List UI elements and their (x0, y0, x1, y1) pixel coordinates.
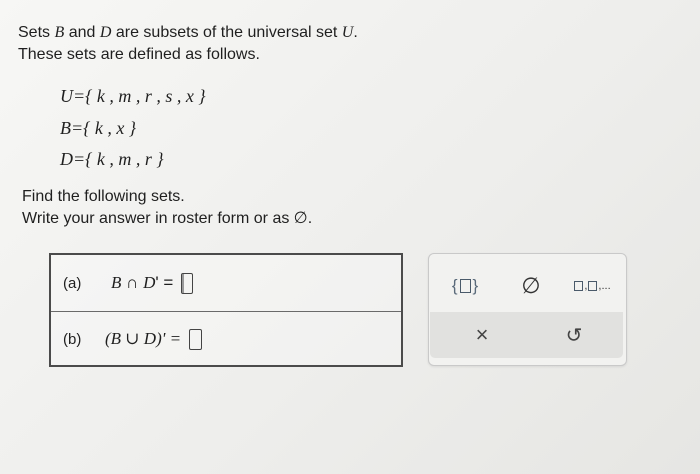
math-palette: {} ∅ ,,... × ↺ (428, 253, 627, 366)
set-name-d: D (99, 24, 112, 41)
placeholder-square-icon (574, 281, 584, 291)
left-brace-icon: { (451, 276, 458, 295)
set-name-u: U (341, 24, 354, 41)
text-segment: are subsets of the universal set (111, 24, 342, 41)
set-name-b: B (54, 24, 65, 41)
part-label-a: (a) (63, 274, 82, 292)
expr-set-b: B (111, 273, 122, 292)
complement-equals: ' = (155, 273, 174, 292)
expression-b: (B ∪ D)' = (105, 329, 182, 348)
expr-set-d: D (143, 273, 156, 292)
answer-row-b: (b) (B ∪ D)' = (51, 311, 401, 367)
instructions-line-2: Write your answer in roster form or as ∅… (22, 210, 313, 227)
answer-input-a[interactable] (181, 272, 194, 294)
set-braces-button[interactable]: {} (445, 272, 485, 300)
text-segment: Sets (18, 24, 55, 41)
empty-set-button[interactable]: ∅ (511, 272, 551, 300)
placeholder-square-icon (459, 279, 471, 293)
text-segment: . (353, 24, 358, 41)
problem-intro: Sets B and D are subsets of the universa… (18, 22, 358, 66)
list-button[interactable]: ,,... (567, 272, 617, 300)
answer-table: (a) B ∩ D' = (b) (B ∪ D)' = (49, 253, 403, 367)
text-segment: and (64, 24, 100, 41)
clear-button[interactable]: × (466, 320, 498, 350)
right-brace-icon: } (472, 276, 479, 295)
palette-action-bar: × ↺ (430, 312, 623, 358)
instructions: Find the following sets. Write your answ… (22, 186, 312, 230)
problem-line-1: Sets B and D are subsets of the universa… (18, 22, 358, 44)
part-label-b: (b) (63, 330, 82, 348)
answer-row-a: (a) B ∩ D' = (51, 255, 401, 312)
set-b-definition: B={ k , x } (60, 118, 137, 138)
ellipsis-icon: ,... (598, 280, 611, 292)
comma-icon: , (584, 280, 588, 292)
intersection-symbol: ∩ (121, 273, 144, 292)
set-u-definition: U={ k , m , r , s , x } (60, 86, 206, 106)
expression-a: B ∩ D' = (111, 273, 173, 293)
undo-button[interactable]: ↺ (558, 320, 590, 350)
problem-line-2: These sets are defined as follows. (18, 46, 260, 63)
instructions-line-1: Find the following sets. (22, 188, 185, 205)
set-d-definition: D={ k , m , r } (60, 149, 164, 169)
placeholder-square-icon (588, 281, 598, 291)
answer-input-b[interactable] (189, 328, 203, 350)
